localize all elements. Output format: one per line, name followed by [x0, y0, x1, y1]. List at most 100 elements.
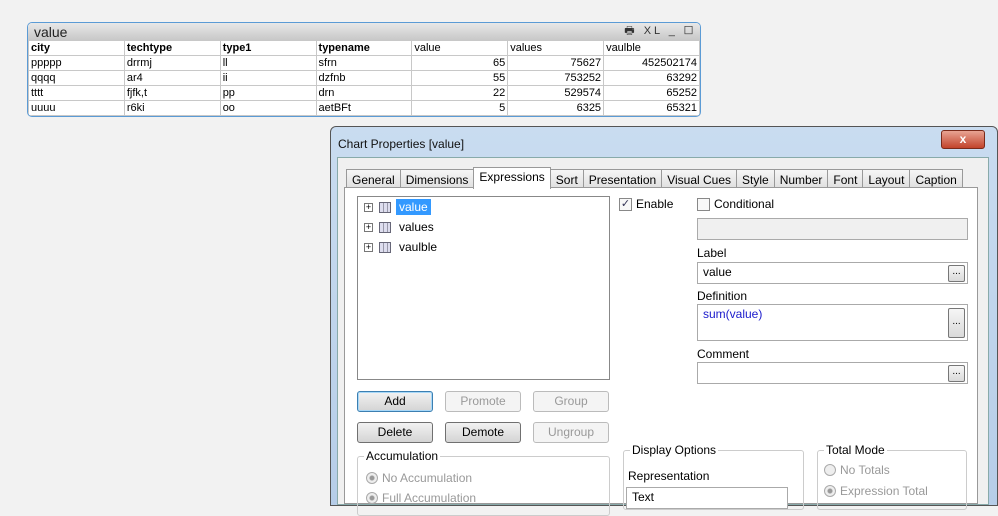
expression-node[interactable]: + value — [358, 197, 609, 217]
column-header[interactable]: type1 — [219, 40, 317, 56]
expression-node[interactable]: + values — [358, 217, 609, 237]
display-options-group: Display Options Representation Text — [623, 443, 804, 510]
tab-visual-cues[interactable]: Visual Cues — [661, 169, 738, 189]
tab-number[interactable]: Number — [773, 169, 829, 189]
no-accumulation-radio[interactable]: No Accumulation — [366, 471, 472, 485]
comment-edit-button[interactable]: ... — [948, 365, 965, 382]
delete-button[interactable]: Delete — [357, 422, 433, 443]
table-title: value — [34, 23, 68, 40]
total-mode-title: Total Mode — [824, 443, 887, 457]
expand-icon[interactable]: + — [364, 222, 373, 232]
accumulation-group: Accumulation No Accumulation Full Accumu… — [357, 449, 610, 516]
table-cell[interactable]: 65252 — [603, 85, 700, 101]
excel-export-button[interactable]: XL — [644, 25, 663, 37]
table-cell[interactable]: drrmj — [123, 55, 221, 71]
table-cell[interactable]: ppppp — [28, 55, 125, 71]
tab-general[interactable]: General — [346, 169, 401, 189]
table-icon — [379, 241, 391, 253]
label-caption: Label — [697, 246, 727, 260]
table-box-value[interactable]: value 🖶 XL _ ☐ city techtype type1 typename v… — [27, 22, 701, 117]
demote-button[interactable]: Demote — [445, 422, 521, 443]
tab-font[interactable]: Font — [827, 169, 864, 189]
table-cell[interactable]: 75627 — [507, 55, 605, 71]
column-header[interactable]: typename — [315, 40, 413, 56]
tab-caption[interactable]: Caption — [909, 169, 963, 189]
table-icon — [379, 221, 391, 233]
label-edit-button[interactable]: ... — [948, 265, 965, 282]
expression-label: values — [399, 220, 434, 234]
column-header[interactable]: city — [28, 40, 125, 56]
table-cell[interactable]: tttt — [28, 85, 125, 101]
column-header[interactable]: techtype — [123, 40, 221, 56]
promote-button[interactable]: Promote — [445, 391, 521, 412]
representation-select[interactable]: Text — [626, 487, 788, 509]
tab-sort[interactable]: Sort — [549, 169, 584, 189]
total-mode-group: Total Mode No Totals Expression Total — [817, 443, 967, 510]
column-header[interactable]: vaulble — [603, 40, 700, 56]
table-cell[interactable]: ll — [219, 55, 317, 71]
tab-layout[interactable]: Layout — [862, 169, 911, 189]
table-cell[interactable]: uuuu — [28, 100, 125, 116]
comment-input[interactable]: ... — [697, 362, 968, 384]
table-cell[interactable]: 55 — [411, 70, 509, 86]
table-cell[interactable]: 63292 — [603, 70, 700, 86]
table-cell[interactable]: drn — [315, 85, 413, 101]
column-header[interactable]: values — [507, 40, 605, 56]
expand-icon[interactable]: + — [364, 202, 373, 212]
expression-label: vaulble — [399, 240, 438, 254]
table-cell[interactable]: ar4 — [123, 70, 221, 86]
table-cell[interactable]: 22 — [411, 85, 509, 101]
definition-input[interactable]: sum(value)... — [697, 304, 968, 341]
ungroup-button[interactable]: Ungroup — [533, 422, 609, 443]
table-cell[interactable]: 5 — [411, 100, 509, 116]
table-cell[interactable]: sfrn — [315, 55, 413, 71]
expressions-panel: + value + values + vaulble Add Promote Group … — [344, 187, 978, 516]
representation-caption: Representation — [628, 469, 710, 483]
table-cell[interactable]: dzfnb — [315, 70, 413, 86]
accumulation-title: Accumulation — [364, 449, 441, 463]
conditional-checkbox[interactable]: Conditional — [697, 197, 774, 211]
table-cell[interactable]: qqqq — [28, 70, 125, 86]
label-input[interactable]: value... — [697, 262, 968, 284]
tab-presentation[interactable]: Presentation — [582, 169, 663, 189]
radio-label: No Accumulation — [382, 471, 473, 485]
caption-controls[interactable]: 🖶 XL _ ☐ — [624, 23, 696, 41]
condition-input[interactable] — [697, 218, 968, 240]
definition-edit-button[interactable]: ... — [948, 308, 965, 338]
full-accumulation-radio[interactable]: Full Accumulation — [366, 491, 476, 505]
radio-icon — [366, 472, 378, 484]
expression-total-radio[interactable]: Expression Total — [824, 484, 928, 498]
table-cell[interactable]: 753252 — [507, 70, 605, 86]
radio-icon — [824, 485, 836, 497]
table-cell[interactable]: 529574 — [507, 85, 605, 101]
radio-label: Expression Total — [840, 484, 928, 498]
table-row: tttt fjfk,t pp drn 22 529574 65252 — [28, 85, 700, 101]
table-cell[interactable]: fjfk,t — [123, 85, 221, 101]
table-cell[interactable]: 65 — [411, 55, 509, 71]
expand-icon[interactable]: + — [364, 242, 373, 252]
table-cell[interactable]: 65321 — [603, 100, 700, 116]
table-cell[interactable]: pp — [219, 85, 317, 101]
column-header[interactable]: value — [411, 40, 509, 56]
tab-bar: General Dimensions Expressions Sort Presenta… — [346, 167, 963, 189]
group-button[interactable]: Group — [533, 391, 609, 412]
tab-style[interactable]: Style — [736, 169, 775, 189]
close-button[interactable]: x — [941, 130, 985, 149]
tab-expressions[interactable]: Expressions — [473, 167, 551, 189]
enable-checkbox[interactable]: ✓ Enable — [619, 197, 673, 211]
definition-function: sum — [703, 307, 726, 321]
comment-caption: Comment — [697, 347, 750, 361]
table-cell[interactable]: oo — [219, 100, 317, 116]
no-totals-radio[interactable]: No Totals — [824, 463, 890, 477]
expression-tree[interactable]: + value + values + vaulble — [357, 196, 610, 380]
table-cell[interactable]: 6325 — [507, 100, 605, 116]
table-cell[interactable]: aetBFt — [315, 100, 413, 116]
expression-node[interactable]: + vaulble — [358, 237, 609, 257]
table-cell[interactable]: ii — [219, 70, 317, 86]
table-cell[interactable]: 452502174 — [603, 55, 700, 71]
tab-dimensions[interactable]: Dimensions — [399, 169, 475, 189]
table-row: uuuu r6ki oo aetBFt 5 6325 65321 — [28, 100, 700, 116]
add-button[interactable]: Add — [357, 391, 433, 412]
table-cell[interactable]: r6ki — [123, 100, 221, 116]
check-icon: ✓ — [619, 197, 632, 211]
